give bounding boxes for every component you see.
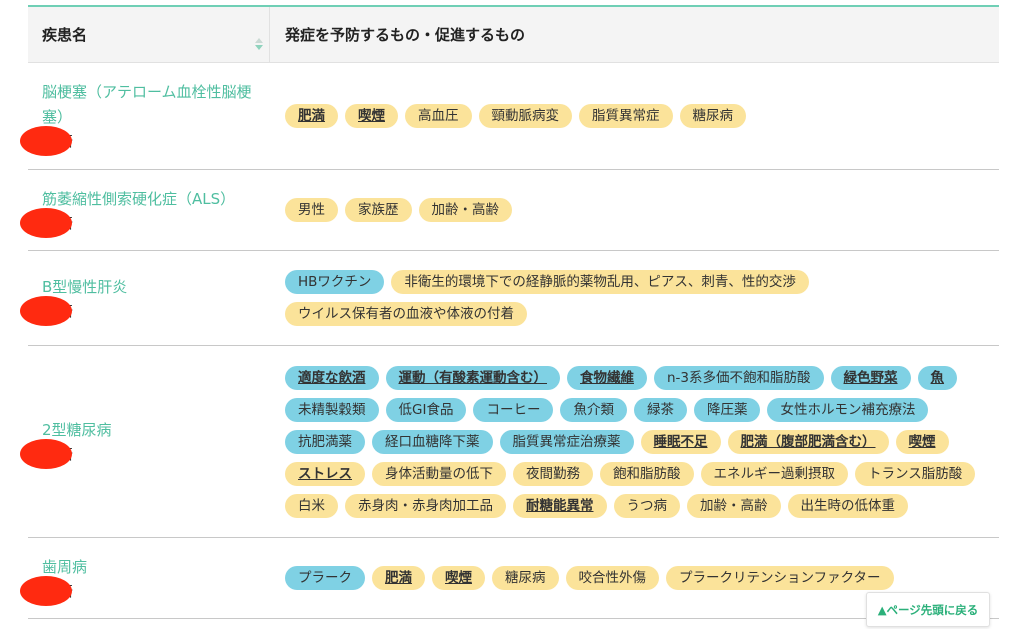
factor-tag: 緑茶 — [633, 397, 687, 422]
factor-tag[interactable]: 耐糖能異常 — [513, 493, 607, 518]
factor-tag: 非衛生的環境下での経静脈的薬物乱用、ピアス、刺青、性的交渉 — [391, 270, 809, 294]
disease-cell: 筋萎縮性側索硬化症（ALS） 倍 — [20, 170, 270, 250]
factor-tag: 頸動脈病変 — [478, 104, 572, 128]
redaction-mark — [20, 295, 72, 326]
factor-tag[interactable]: 運動（有酸素運動含む） — [385, 365, 560, 390]
header-disease-name[interactable]: 疾患名 — [28, 7, 270, 62]
factor-tag[interactable]: 喫煙 — [895, 429, 949, 454]
risk-ratio: 倍 — [20, 126, 270, 156]
factor-tag[interactable]: 食物繊維 — [567, 365, 647, 390]
factor-tag[interactable]: 肥満 — [372, 566, 425, 590]
sort-icon[interactable] — [255, 38, 263, 50]
factor-tag: 未精製穀類 — [285, 397, 379, 422]
disease-cell: 2型糖尿病 倍 — [20, 346, 270, 537]
factor-tag: プラーク — [285, 566, 365, 590]
header-disease-name-label: 疾患名 — [42, 26, 88, 44]
factor-tag[interactable]: ストレス — [285, 461, 365, 486]
disease-link[interactable]: 2型糖尿病 — [42, 418, 268, 443]
factor-tag: 飽和脂肪酸 — [600, 461, 694, 486]
disease-link[interactable]: 脳梗塞（アテローム血栓性脳梗塞） — [42, 80, 268, 130]
factor-tag: 経口血糖降下薬 — [372, 429, 493, 454]
disease-link[interactable]: 歯周病 — [42, 555, 268, 580]
table-row: 歯周病 倍 プラーク肥満喫煙糖尿病咬合性外傷プラークリテンションファクター — [20, 538, 999, 619]
factor-tag: コーヒー — [473, 397, 554, 422]
factor-tags: 肥満 喫煙 高血圧 頸動脈病変 脂質異常症 糖尿病 — [270, 63, 999, 169]
factor-tag[interactable]: 肥満 — [285, 104, 338, 128]
table-row: 2型糖尿病 倍 適度な飲酒運動（有酸素運動含む） 食物繊維 n-3系多価不飽和脂肪酸… — [20, 346, 999, 538]
factor-tag: 身体活動量の低下 — [372, 461, 506, 486]
header-factors: 発症を予防するもの・促進するもの — [270, 7, 999, 62]
factor-tag[interactable]: 魚 — [917, 365, 958, 390]
header-factors-label: 発症を予防するもの・促進するもの — [285, 26, 526, 44]
factor-tag: 糖尿病 — [492, 566, 559, 590]
factor-tag: n-3系多価不飽和脂肪酸 — [654, 365, 824, 390]
factor-tag: 咬合性外傷 — [565, 566, 659, 590]
redaction-mark — [20, 439, 72, 469]
factor-tag: 魚介類 — [560, 397, 627, 422]
factor-tag: 低GI食品 — [385, 397, 467, 422]
disease-link[interactable]: 筋萎縮性側索硬化症（ALS） — [42, 187, 268, 212]
factor-tag: 糖尿病 — [679, 104, 746, 128]
redaction-mark — [20, 126, 72, 156]
factor-tag[interactable]: 緑色野菜 — [830, 365, 911, 390]
disease-link[interactable]: B型慢性肝炎 — [42, 275, 268, 300]
redaction-mark — [20, 207, 72, 238]
factor-tag: 加齢・高齢 — [418, 198, 512, 222]
table-row: 筋萎縮性側索硬化症（ALS） 倍 男性家族歴加齢・高齢 — [20, 170, 999, 251]
factor-tags: 適度な飲酒 運動（有酸素運動含む） 食物繊維 n-3系多価不飽和脂肪酸 緑色野菜魚未精製… — [270, 346, 999, 537]
factor-tag: 抗肥満薬 — [285, 429, 365, 454]
factor-tag: プラークリテンションファクター — [666, 566, 894, 590]
factor-tag: 家族歴 — [345, 198, 412, 222]
factor-tag: 赤身肉・赤身肉加工品 — [345, 493, 506, 518]
factor-tag: 高血圧 — [405, 104, 472, 128]
risk-ratio: 倍 — [20, 575, 270, 606]
factor-tag: うつ病 — [613, 493, 680, 518]
factor-tag: ウイルス保有者の血液や体液の付着 — [285, 302, 527, 326]
factor-tag: 白米 — [285, 493, 338, 518]
disease-cell: B型慢性肝炎 倍 — [20, 251, 270, 345]
factor-tag[interactable]: 睡眠不足 — [640, 429, 721, 454]
risk-ratio: 倍 — [20, 439, 270, 469]
factor-tag: エネルギー過剰摂取 — [700, 461, 848, 486]
factor-tag: 加齢・高齢 — [687, 493, 781, 518]
factor-tag: 男性 — [285, 198, 338, 222]
factor-tag: 夜間勤務 — [513, 461, 593, 486]
disease-cell: 脳梗塞（アテローム血栓性脳梗塞） 倍 — [20, 63, 270, 169]
back-to-top-button[interactable]: ▲ページ先頭に戻る — [866, 592, 990, 627]
redaction-mark — [20, 575, 72, 606]
factor-tags: 男性 家族歴 加齢・高齢 — [270, 170, 999, 250]
factor-tag: 女性ホルモン補充療法 — [767, 397, 929, 422]
factor-tags: HBワクチン 非衛生的環境下での経静脈的薬物乱用、ピアス、刺青、性的交渉ウイルス保… — [270, 251, 999, 345]
table-row: B型慢性肝炎 倍 HBワクチン非衛生的環境下での経静脈的薬物乱用、ピアス、刺青、… — [20, 251, 999, 346]
table-row: 脳梗塞（アテローム血栓性脳梗塞） 倍 肥満喫煙高血圧頸動脈病変脂質異常症糖尿病 — [20, 63, 999, 170]
disease-table: 疾患名 発症を予防するもの・促進するもの 脳梗塞（アテローム血栓性脳梗塞） 倍 … — [20, 5, 999, 619]
factor-tag: 脂質異常症治療薬 — [499, 429, 634, 454]
factor-tag: 降圧薬 — [693, 397, 761, 422]
risk-ratio: 倍 — [20, 207, 270, 238]
disease-cell: 歯周病 倍 — [20, 538, 270, 618]
risk-ratio: 倍 — [20, 295, 270, 326]
factor-tag[interactable]: 喫煙 — [432, 566, 485, 590]
factor-tag[interactable]: 適度な飲酒 — [285, 365, 379, 390]
factor-tag: 出生時の低体重 — [787, 493, 908, 518]
table-header: 疾患名 発症を予防するもの・促進するもの — [28, 5, 999, 63]
factor-tag: トランス脂肪酸 — [855, 461, 976, 486]
factor-tag[interactable]: 喫煙 — [345, 104, 398, 128]
factor-tag: HBワクチン — [285, 270, 385, 294]
factor-tag[interactable]: 肥満（腹部肥満含む） — [727, 429, 889, 454]
factor-tag: 脂質異常症 — [579, 104, 673, 128]
